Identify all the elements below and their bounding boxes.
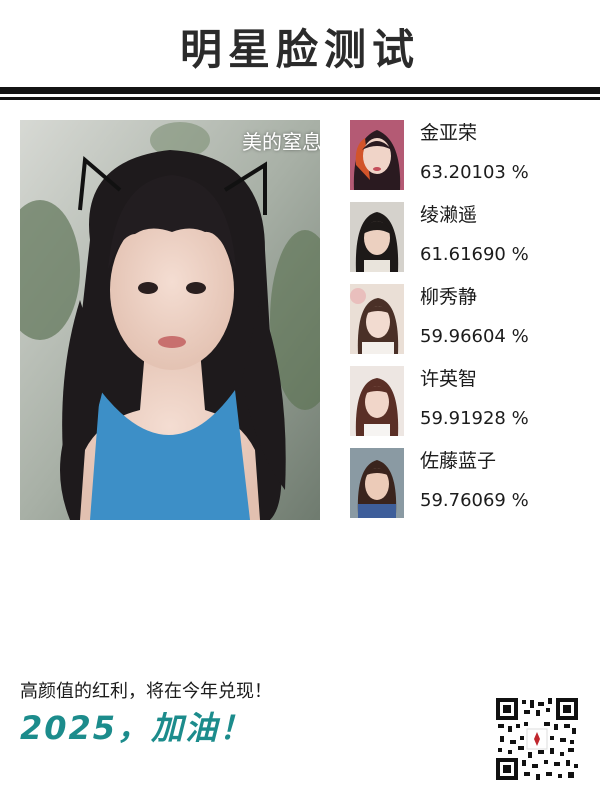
celebrity-thumbnail (350, 284, 404, 354)
similarity-score: 63.20103 % (420, 162, 529, 183)
page-title: 明星脸测试 (179, 25, 420, 74)
celebrity-name: 绫濑遥 (420, 204, 478, 226)
similarity-score: 59.96604 % (420, 326, 529, 347)
match-result-item[interactable]: 佐藤蓝子 59.76069 % (350, 448, 590, 520)
header-divider-thin (0, 97, 600, 100)
match-result-item[interactable]: 绫濑遥 61.61690 % (350, 202, 590, 274)
qr-code-icon[interactable] (494, 696, 580, 782)
match-result-item[interactable]: 柳秀静 59.96604 % (350, 284, 590, 356)
photo-caption: 美的窒息 (242, 130, 320, 154)
celebrity-name: 金亚荣 (420, 122, 478, 144)
celebrity-name: 柳秀静 (420, 286, 478, 308)
celebrity-thumbnail (350, 120, 404, 190)
celebrity-thumbnail (350, 366, 404, 436)
match-result-item[interactable]: 金亚荣 63.20103 % (350, 120, 590, 192)
celebrity-name: 佐藤蓝子 (420, 450, 497, 472)
header-divider-thick (0, 87, 600, 94)
match-result-item[interactable]: 许英智 59.91928 % (350, 366, 590, 438)
similarity-score: 61.61690 % (420, 244, 529, 265)
year-banner: 2025，加油！ (20, 709, 254, 747)
similarity-score: 59.76069 % (420, 490, 529, 511)
celebrity-thumbnail (350, 202, 404, 272)
celebrity-thumbnail (350, 448, 404, 518)
celebrity-name: 许英智 (420, 368, 478, 390)
portrait-illustration (20, 120, 320, 520)
slogan-text: 高颜值的红利，将在今年兑现！ (20, 681, 272, 702)
header: 明星脸测试 (0, 0, 600, 86)
similarity-score: 59.91928 % (420, 408, 529, 429)
uploaded-photo: 美的窒息 (20, 120, 320, 520)
